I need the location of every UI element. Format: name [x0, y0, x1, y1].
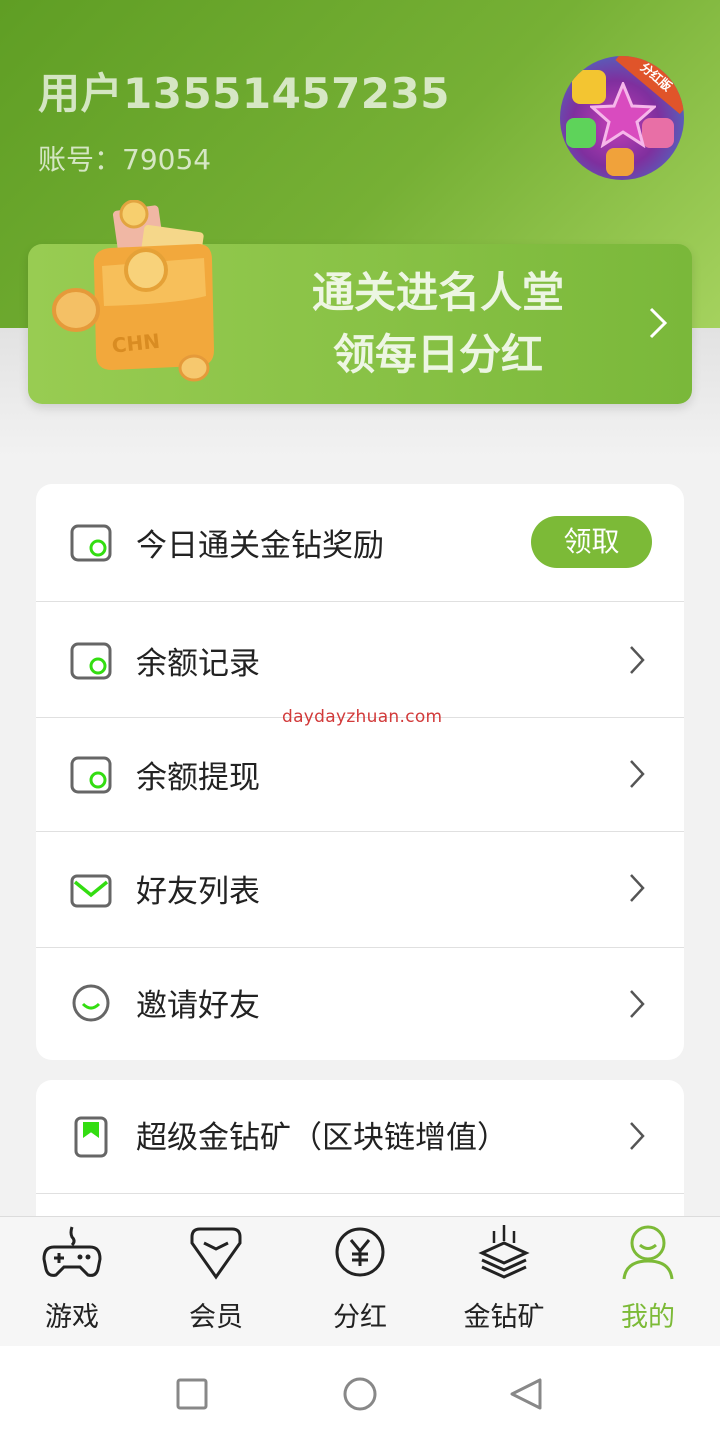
nav-item-member[interactable]: 会员: [144, 1217, 288, 1347]
wallet-icon: [70, 642, 112, 680]
wallet-icon: [70, 524, 112, 562]
bottom-nav: 游戏 会员 分红 金钻矿 我的: [0, 1216, 720, 1346]
avatar-gem: [606, 148, 634, 176]
menu-row-label: 今日通关金钻奖励: [136, 528, 384, 564]
chevron-right-icon: [630, 990, 645, 1018]
diamond-icon: [190, 1227, 242, 1280]
wallet-icon: [70, 756, 112, 794]
star-icon: [590, 82, 656, 148]
menu-row-label: 余额记录: [136, 646, 260, 682]
smile-icon: [72, 984, 110, 1022]
nav-item-game[interactable]: 游戏: [0, 1217, 144, 1347]
home-icon[interactable]: [340, 1374, 380, 1414]
chevron-right-icon: [630, 760, 645, 788]
bookmark-icon: [74, 1116, 108, 1158]
username: 用户13551457235: [38, 69, 450, 118]
menu-row-friend-list[interactable]: 好友列表: [36, 832, 684, 948]
mine-stack-icon: [478, 1225, 530, 1279]
nav-item-me[interactable]: 我的: [576, 1217, 720, 1347]
menu-row-super-mine[interactable]: 超级金钻矿（区块链增值）: [36, 1080, 684, 1194]
banner-line-2: 领每日分红: [332, 330, 543, 379]
nav-label: 我的: [621, 1302, 675, 1333]
mail-icon: [70, 874, 112, 908]
chevron-right-icon: [630, 1122, 645, 1150]
menu-row-label: 邀请好友: [136, 988, 260, 1024]
nav-item-mine[interactable]: 金钻矿: [432, 1217, 576, 1347]
nav-item-dividend[interactable]: 分红: [288, 1217, 432, 1347]
menu-row-label: 好友列表: [136, 874, 260, 910]
yen-icon: [335, 1227, 385, 1277]
claim-button[interactable]: 领取: [531, 516, 652, 568]
menu-row-withdraw[interactable]: 余额提现: [36, 718, 684, 832]
banner-text: 通关进名人堂 领每日分红: [268, 262, 608, 386]
avatar[interactable]: 分红版: [560, 56, 684, 180]
system-nav-bar: [0, 1346, 720, 1440]
nav-label: 金钻矿: [463, 1302, 545, 1333]
chevron-right-icon: [630, 646, 645, 674]
watermark: daydayzhuan.com: [282, 707, 443, 727]
person-icon: [622, 1225, 674, 1280]
recent-apps-icon[interactable]: [172, 1374, 212, 1414]
account-number: 账号：79054: [38, 143, 212, 176]
chevron-right-icon: [649, 307, 668, 339]
menu-row-balance-record[interactable]: 余额记录: [36, 602, 684, 718]
back-icon[interactable]: [506, 1374, 546, 1414]
gamepad-icon: [42, 1226, 102, 1277]
menu-row-label: 余额提现: [136, 760, 260, 796]
menu-row-daily-reward: 今日通关金钻奖励 领取: [36, 484, 684, 602]
menu-row-invite-friends[interactable]: 邀请好友: [36, 948, 684, 1060]
banner-line-1: 通关进名人堂: [311, 268, 564, 317]
wallet-text: CHN: [111, 329, 161, 358]
nav-label: 分红: [333, 1302, 387, 1333]
nav-label: 会员: [189, 1302, 243, 1333]
wallet-icon: CHN: [52, 200, 214, 382]
chevron-right-icon: [630, 874, 645, 902]
menu-row-label: 超级金钻矿（区块链增值）: [136, 1120, 508, 1156]
nav-label: 游戏: [45, 1302, 99, 1333]
menu-card: 今日通关金钻奖励 领取 余额记录 余额提现 好友列表 邀请好友: [36, 484, 684, 1060]
